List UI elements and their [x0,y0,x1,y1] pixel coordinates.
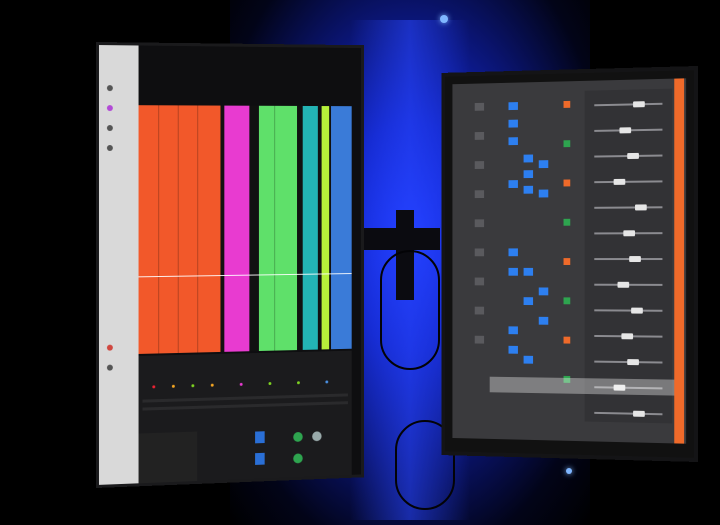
mixer-grey-column [474,102,486,410]
track-region-green [258,105,298,352]
track-region-blue [331,106,352,350]
track-region-orange [138,105,221,354]
status-square [563,140,571,148]
indicator-light [440,15,448,23]
fader-lane [584,88,673,424]
track-region-gap [249,105,259,352]
left-monitor-sidebar [98,45,139,485]
status-square [563,297,571,305]
status-square [563,218,571,226]
mixer-button-column [538,101,550,411]
track-inspector [138,431,198,488]
right-monitor [441,66,698,462]
arrange-track-area [138,105,352,354]
mixer-button-column [523,102,535,411]
mixer-window [452,78,687,444]
status-square [563,336,571,344]
track-region-teal [302,105,318,350]
mixer-button-column [508,102,519,410]
mixer-side-strip [674,78,685,444]
track-region-magenta [224,105,250,352]
photo-scene [0,0,720,525]
mixer-button [255,452,265,465]
cable-left [380,250,440,370]
status-square [563,179,571,187]
status-square [563,258,571,265]
left-monitor [96,42,364,488]
track-region-lime [321,106,330,350]
indicator-light [566,468,572,474]
mixer-button [255,431,265,444]
status-square [563,100,571,108]
